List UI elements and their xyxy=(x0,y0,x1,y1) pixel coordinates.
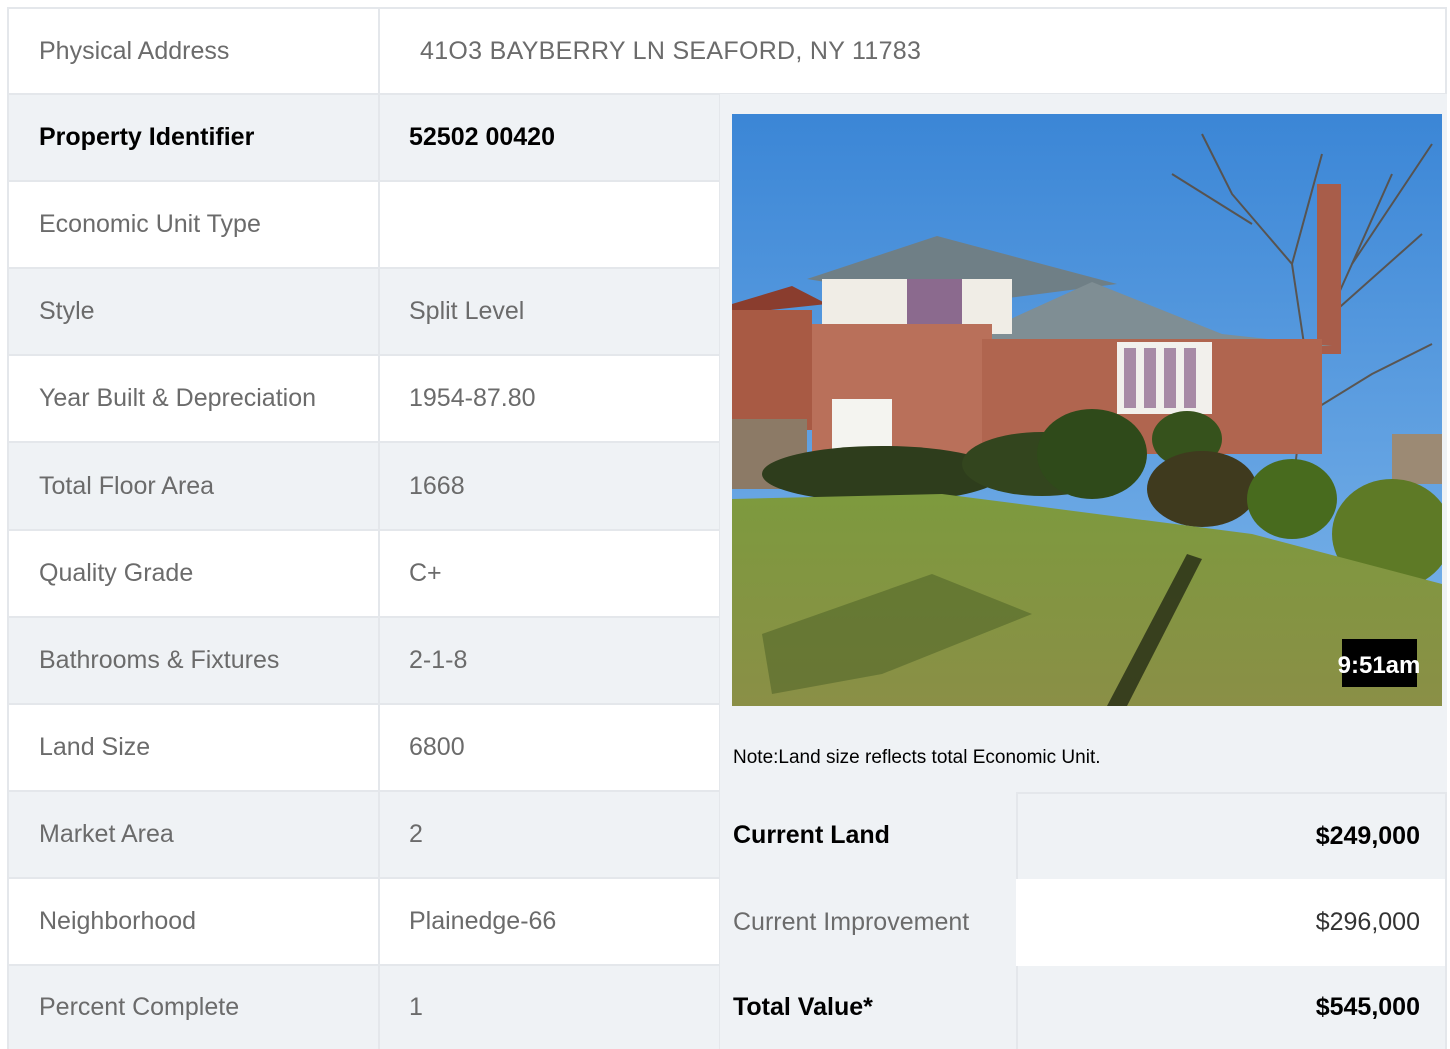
total-value-label: Total Value* xyxy=(720,966,1016,1049)
property-identifier-value: 52502 00420 xyxy=(380,95,721,182)
percent-complete-label: Percent Complete xyxy=(9,966,380,1049)
current-improvement-value: $296,000 xyxy=(1016,879,1447,966)
economic-unit-type-label: Economic Unit Type xyxy=(9,182,380,269)
quality-grade-label: Quality Grade xyxy=(9,531,380,618)
house-image: 9:51am xyxy=(732,114,1442,706)
current-land-label: Current Land xyxy=(720,792,1016,879)
address-value: 41O3 BAYBERRY LN SEAFORD, NY 11783 xyxy=(380,9,1447,95)
land-size-note: Note:Land size reflects total Economic U… xyxy=(733,747,1101,768)
year-built-label: Year Built & Depreciation xyxy=(9,356,380,443)
quality-grade-value: C+ xyxy=(380,531,721,618)
property-identifier-label: Property Identifier xyxy=(9,95,380,182)
address-label: Physical Address xyxy=(9,9,380,95)
photo-timestamp: 9:51am xyxy=(1338,652,1421,679)
land-size-label: Land Size xyxy=(9,705,380,792)
bathrooms-fixtures-label: Bathrooms & Fixtures xyxy=(9,618,380,705)
total-floor-area-value: 1668 xyxy=(380,443,721,531)
neighborhood-label: Neighborhood xyxy=(9,879,380,966)
style-value: Split Level xyxy=(380,269,721,356)
land-size-value: 6800 xyxy=(380,705,721,792)
neighborhood-value: Plainedge-66 xyxy=(380,879,721,966)
percent-complete-value: 1 xyxy=(380,966,721,1049)
property-photo: 9:51am xyxy=(732,114,1442,706)
market-area-value: 2 xyxy=(380,792,721,879)
style-label: Style xyxy=(9,269,380,356)
year-built-value: 1954-87.80 xyxy=(380,356,721,443)
total-floor-area-label: Total Floor Area xyxy=(9,443,380,531)
market-area-label: Market Area xyxy=(9,792,380,879)
current-improvement-label: Current Improvement xyxy=(720,879,1016,966)
current-land-value: $249,000 xyxy=(1016,792,1447,879)
total-value-value: $545,000 xyxy=(1016,966,1447,1049)
economic-unit-type-value xyxy=(380,182,721,269)
bathrooms-fixtures-value: 2-1-8 xyxy=(380,618,721,705)
